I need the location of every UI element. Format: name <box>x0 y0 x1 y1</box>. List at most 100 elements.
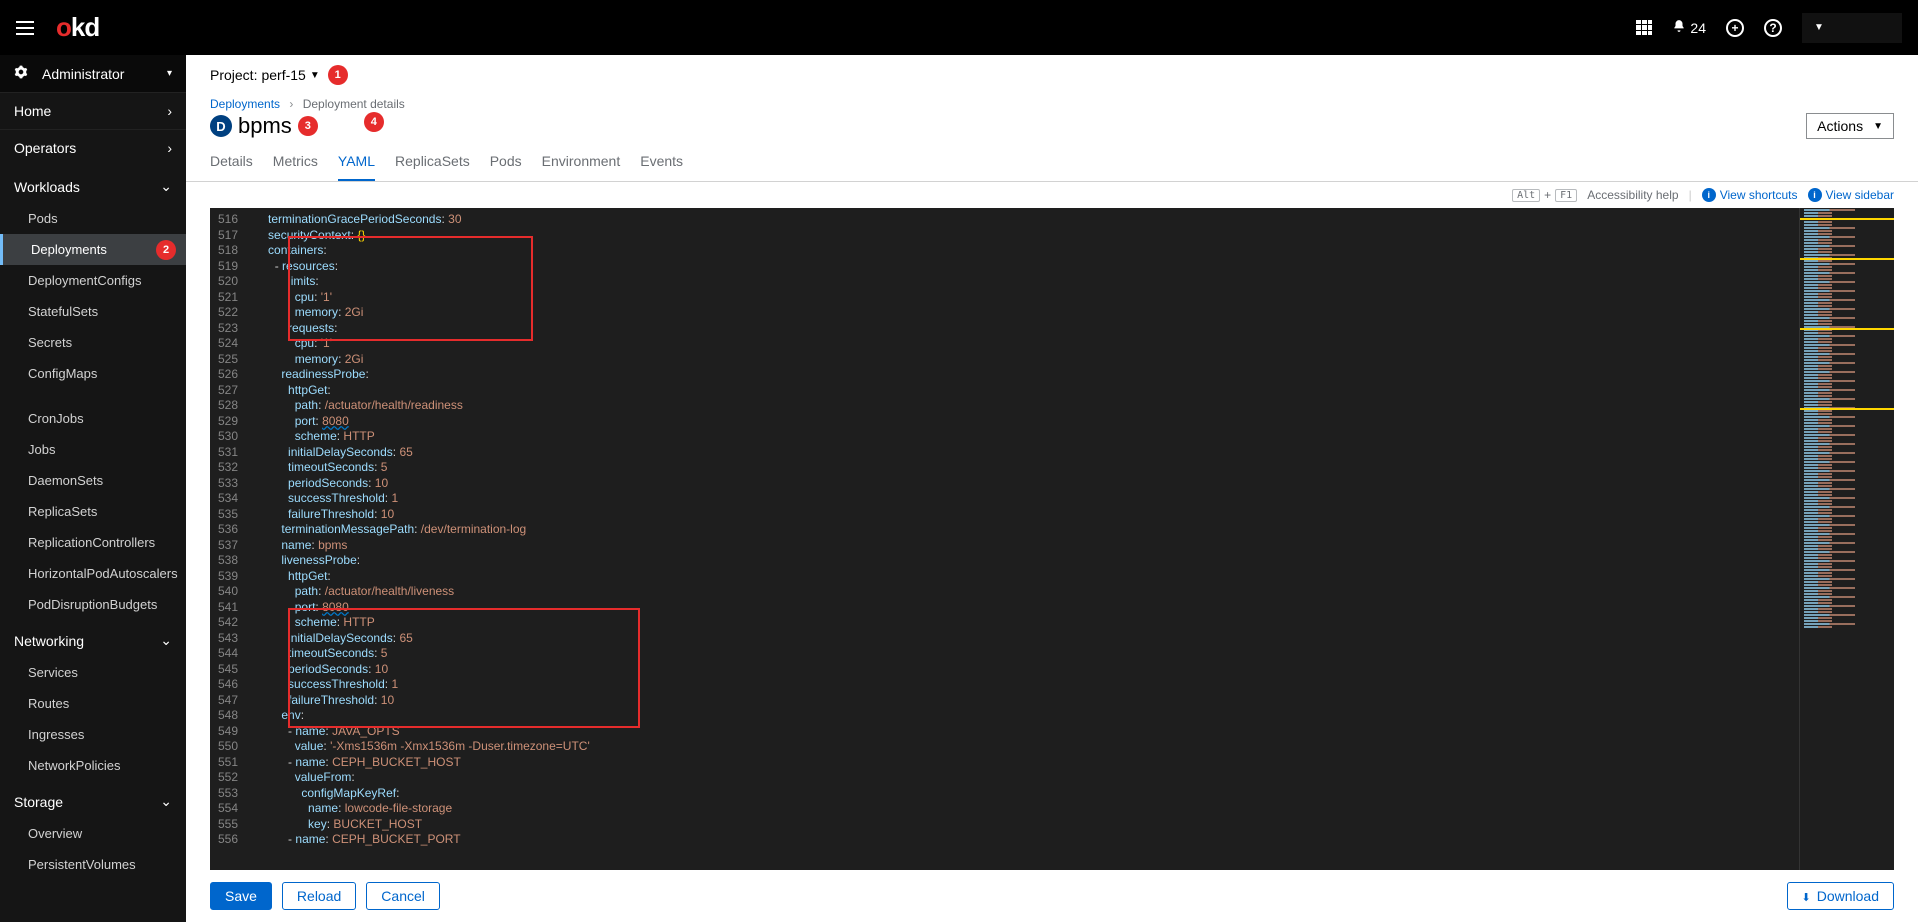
sidebar-item[interactable]: Secrets <box>28 327 186 358</box>
sidebar-item[interactable]: Services <box>28 657 186 688</box>
nav-networking[interactable]: Networking ⌄ <box>0 620 186 657</box>
breadcrumb-separator: › <box>289 97 293 111</box>
info-icon: i <box>1702 188 1716 202</box>
logo-o: o <box>56 12 71 43</box>
sidebar-item[interactable]: DaemonSets <box>28 465 186 496</box>
nav-workloads[interactable]: Workloads ⌄ <box>0 166 186 203</box>
callout-2: 2 <box>156 240 176 260</box>
sidebar-item[interactable]: Ingresses <box>28 719 186 750</box>
app-launcher-icon[interactable] <box>1636 20 1652 36</box>
sidebar-item[interactable]: ConfigMaps <box>28 358 186 389</box>
caret-down-icon: ▼ <box>1814 22 1824 33</box>
key-f1: F1 <box>1555 189 1577 202</box>
page-title: bpms <box>238 113 292 139</box>
breadcrumb-current: Deployment details <box>303 97 405 111</box>
footer-buttons: Save Reload Cancel Download <box>186 870 1918 922</box>
nav-label: Workloads <box>14 179 80 195</box>
sidebar-item[interactable]: Routes <box>28 688 186 719</box>
separator: | <box>1689 188 1692 202</box>
tab-environment[interactable]: Environment <box>542 153 621 181</box>
caret-down-icon: ▼ <box>1873 121 1883 132</box>
help-button[interactable]: ? <box>1764 19 1782 37</box>
breadcrumb: Deployments › Deployment details <box>186 95 1918 111</box>
link-text: View sidebar <box>1826 188 1894 202</box>
sidebar-item[interactable]: PersistentVolumes <box>28 849 186 880</box>
sidebar: Administrator ▾ Home › Operators › Workl… <box>0 55 186 922</box>
logo-kd: kd <box>71 12 99 43</box>
user-menu[interactable]: ▼ <box>1802 13 1902 43</box>
breadcrumb-parent[interactable]: Deployments <box>210 97 280 111</box>
sidebar-item[interactable]: Deployments2 <box>0 234 186 265</box>
tab-details[interactable]: Details <box>210 153 253 181</box>
key-alt: Alt <box>1512 189 1540 202</box>
chevron-right-icon: › <box>167 103 172 119</box>
actions-dropdown[interactable]: Actions ▼ <box>1806 113 1894 139</box>
gear-icon <box>14 65 28 82</box>
tab-yaml[interactable]: YAML <box>338 153 375 181</box>
minimap[interactable] <box>1799 208 1894 870</box>
sidebar-item[interactable]: NetworkPolicies <box>28 750 186 781</box>
sidebar-item[interactable]: Overview <box>28 818 186 849</box>
sidebar-item[interactable]: DeploymentConfigs <box>28 265 186 296</box>
callout-1: 1 <box>328 65 348 85</box>
caret-down-icon: ▼ <box>310 70 320 81</box>
hamburger-menu[interactable] <box>16 16 40 40</box>
sidebar-item[interactable]: HorizontalPodAutoscalers <box>28 558 186 589</box>
sidebar-item[interactable]: ReplicationControllers <box>28 527 186 558</box>
line-gutter: 5165175185195205215225235245255265275285… <box>210 208 248 870</box>
chevron-right-icon: › <box>167 140 172 156</box>
sidebar-item[interactable]: CronJobs <box>28 403 186 434</box>
tab-metrics[interactable]: Metrics <box>273 153 318 181</box>
top-header: okd 24 + ? ▼ <box>0 0 1918 55</box>
view-sidebar-link[interactable]: i View sidebar <box>1808 188 1894 202</box>
nav-home[interactable]: Home › <box>0 92 186 129</box>
nav-label: Networking <box>14 633 84 649</box>
callout-3: 3 <box>298 116 318 136</box>
project-label: Project: <box>210 67 257 83</box>
accessibility-bar: Alt + F1 Accessibility help | i View sho… <box>186 182 1918 208</box>
download-label: Download <box>1817 888 1879 904</box>
sidebar-item[interactable]: PodDisruptionBudgets <box>28 589 186 620</box>
reload-button[interactable]: Reload <box>282 882 356 910</box>
nav-storage[interactable]: Storage ⌄ <box>0 781 186 818</box>
resource-badge: D <box>210 115 232 137</box>
caret-down-icon: ▾ <box>167 68 172 79</box>
tabs: Details Metrics YAML ReplicaSets Pods Environ… <box>186 139 1918 182</box>
callout-4: 4 <box>364 112 384 132</box>
accessibility-help-text: Accessibility help <box>1587 188 1678 202</box>
actions-label: Actions <box>1817 118 1863 134</box>
yaml-editor[interactable]: 5165175185195205215225235245255265275285… <box>210 208 1894 870</box>
nav-operators[interactable]: Operators › <box>0 129 186 166</box>
sidebar-item[interactable]: ReplicaSets <box>28 496 186 527</box>
main-content: Project: perf-15 ▼ 1 Deployments › Deplo… <box>186 55 1918 922</box>
app-logo[interactable]: okd <box>56 12 99 43</box>
notifications-button[interactable]: 24 <box>1672 19 1706 36</box>
project-value: perf-15 <box>261 67 305 83</box>
tab-pods[interactable]: Pods <box>490 153 522 181</box>
sidebar-item[interactable]: StatefulSets <box>28 296 186 327</box>
tab-replicasets[interactable]: ReplicaSets <box>395 153 470 181</box>
perspective-label: Administrator <box>42 66 124 82</box>
download-button[interactable]: Download <box>1787 882 1894 910</box>
notification-count: 24 <box>1690 20 1706 36</box>
plus-text: + <box>1544 188 1551 202</box>
sidebar-item[interactable]: Jobs <box>28 434 186 465</box>
nav-label: Storage <box>14 794 63 810</box>
sidebar-item[interactable]: Pods <box>28 203 186 234</box>
nav-label: Home <box>14 103 51 119</box>
save-button[interactable]: Save <box>210 882 272 910</box>
nav-label: Operators <box>14 140 76 156</box>
tab-events[interactable]: Events <box>640 153 683 181</box>
project-dropdown[interactable]: perf-15 ▼ <box>261 67 319 83</box>
cancel-button[interactable]: Cancel <box>366 882 440 910</box>
perspective-switcher[interactable]: Administrator ▾ <box>0 55 186 92</box>
download-icon <box>1802 888 1811 904</box>
header-right: 24 + ? ▼ <box>1636 13 1902 43</box>
add-button[interactable]: + <box>1726 19 1744 37</box>
caret-down-icon: ⌄ <box>160 178 172 195</box>
view-shortcuts-link[interactable]: i View shortcuts <box>1702 188 1798 202</box>
code-area[interactable]: terminationGracePeriodSeconds: 30 securi… <box>248 208 1894 870</box>
info-icon: i <box>1808 188 1822 202</box>
link-text: View shortcuts <box>1720 188 1798 202</box>
bell-icon <box>1672 19 1686 36</box>
